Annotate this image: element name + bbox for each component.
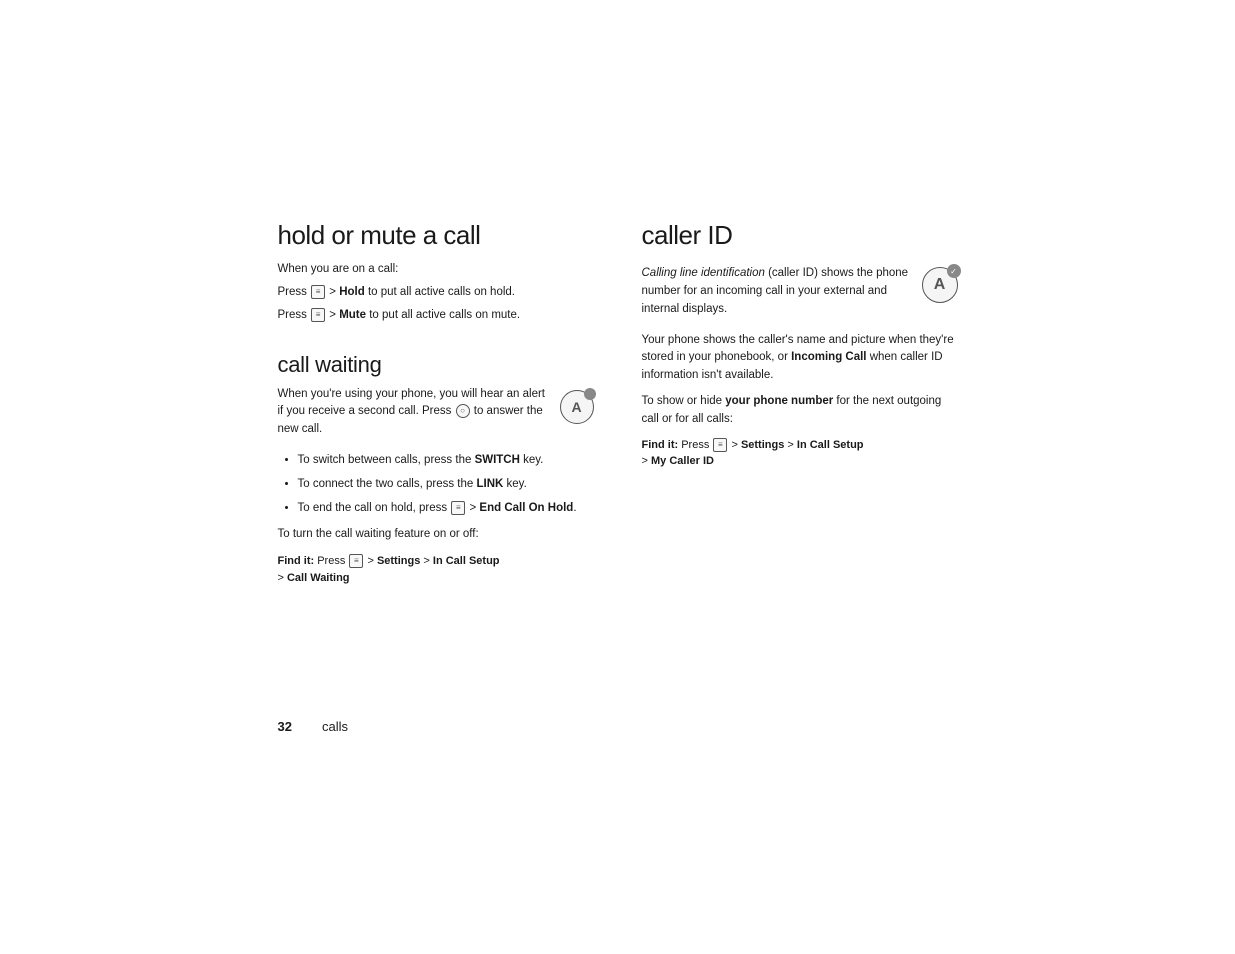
caller-id-icon: ✓ bbox=[922, 267, 958, 303]
bullet-switch: To switch between calls, press the SWITC… bbox=[298, 452, 594, 470]
call-waiting-icon bbox=[560, 390, 594, 424]
menu-icon-hold bbox=[311, 285, 325, 299]
caller-id-title: caller ID bbox=[642, 220, 958, 251]
menu-icon-find bbox=[349, 554, 363, 568]
caller-id-header-row: caller ID bbox=[642, 220, 958, 261]
caller-id-para2: Your phone shows the caller's name and p… bbox=[642, 332, 958, 385]
call-waiting-section-header: call waiting bbox=[278, 330, 594, 386]
menu-icon-find2 bbox=[713, 438, 727, 452]
call-waiting-bullets: To switch between calls, press the SWITC… bbox=[290, 452, 594, 517]
page-number: 32 bbox=[278, 719, 292, 734]
caller-id-italic: Calling line identification bbox=[642, 267, 765, 279]
page: hold or mute a call When you are on a ca… bbox=[0, 0, 1235, 954]
find-it-caller-id: Find it: Press > Settings > In Call Setu… bbox=[642, 437, 958, 470]
content-area: hold or mute a call When you are on a ca… bbox=[278, 220, 958, 600]
find-it-call-waiting: Find it: Press > Settings > In Call Setu… bbox=[278, 553, 594, 586]
page-label: calls bbox=[322, 719, 348, 734]
mute-instruction: Press > Mute to put all active calls on … bbox=[278, 307, 594, 325]
call-waiting-intro: When you're using your phone, you will h… bbox=[278, 386, 552, 439]
caller-id-intro-row: Calling line identification (caller ID) … bbox=[642, 265, 958, 323]
circle-icon-answer bbox=[456, 404, 470, 418]
bullet-link: To connect the two calls, press the LINK… bbox=[298, 476, 594, 494]
call-waiting-icon-container bbox=[560, 388, 594, 424]
call-waiting-icon-badge bbox=[584, 388, 596, 400]
hold-mute-intro: When you are on a call: bbox=[278, 261, 594, 279]
caller-icon-badge: ✓ bbox=[947, 264, 961, 278]
hold-mute-title: hold or mute a call bbox=[278, 220, 594, 251]
find-it2-label: Find it: bbox=[642, 439, 679, 451]
call-waiting-intro-row: When you're using your phone, you will h… bbox=[278, 386, 594, 444]
hold-instruction: Press > Hold to put all active calls on … bbox=[278, 284, 594, 302]
menu-icon-end bbox=[451, 501, 465, 515]
caller-id-intro: Calling line identification (caller ID) … bbox=[642, 265, 914, 318]
page-footer: 32 calls bbox=[278, 719, 958, 734]
right-column: caller ID Calling line identification (c… bbox=[642, 220, 958, 600]
menu-icon-mute bbox=[311, 308, 325, 322]
left-column: hold or mute a call When you are on a ca… bbox=[278, 220, 594, 600]
caller-icon-container: ✓ bbox=[922, 265, 958, 303]
caller-id-text-area: caller ID bbox=[642, 220, 958, 261]
turn-off-text: To turn the call waiting feature on or o… bbox=[278, 526, 594, 544]
find-it-label: Find it: bbox=[278, 555, 315, 567]
bullet-end: To end the call on hold, press > End Cal… bbox=[298, 500, 594, 518]
caller-id-para3: To show or hide your phone number for th… bbox=[642, 393, 958, 429]
call-waiting-title: call waiting bbox=[278, 352, 382, 378]
